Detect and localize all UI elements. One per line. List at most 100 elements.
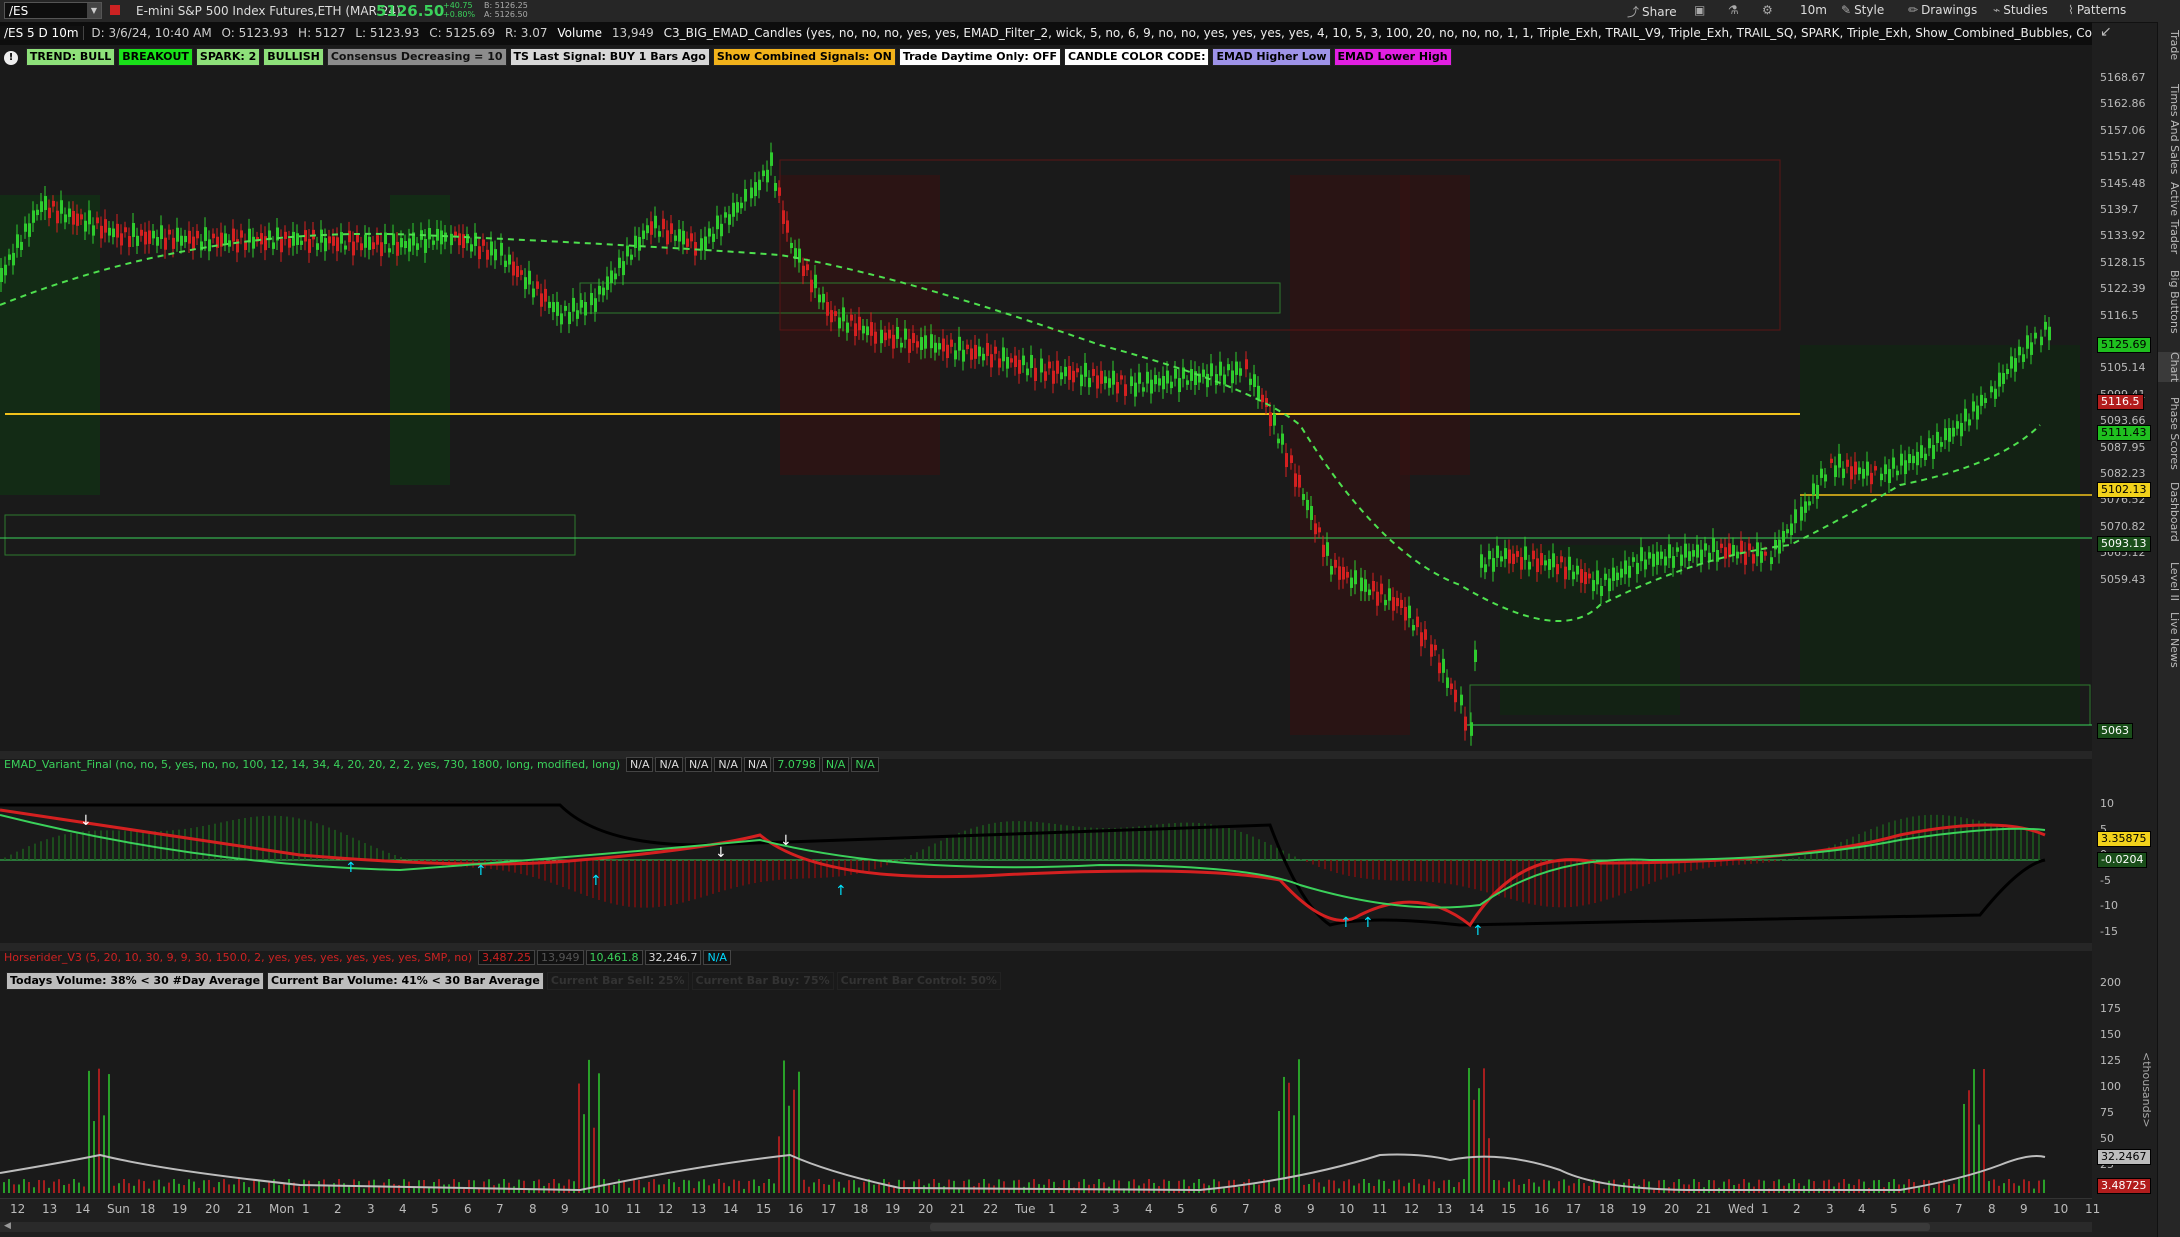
time-axis-label: 6 — [1923, 1202, 1931, 1216]
share-button[interactable]: ⤴ Share — [1627, 3, 1677, 20]
rail-tab[interactable]: Live News — [2158, 612, 2180, 668]
symbol-selector[interactable]: /ES ▼ — [4, 2, 102, 19]
bid-ask: B: 5126.25 A: 5126.50 — [484, 1, 528, 19]
svg-text:↑: ↑ — [1362, 915, 1374, 931]
rail-tab[interactable]: Dashboard — [2158, 482, 2180, 542]
time-axis-label: 20 — [1664, 1202, 1680, 1216]
rail-tab[interactable]: Phase Scores — [2158, 397, 2180, 470]
time-axis-label: 8 — [1274, 1202, 1282, 1216]
price-tag: 5116.5 — [2097, 394, 2144, 410]
time-axis-label: 10 — [594, 1202, 610, 1216]
time-axis[interactable]: 12 13 14 Sun 18 19 20 21 Mon 1 2 3 4 5 6 7 8 9 10 11 12 13 14 1… — [0, 1198, 2100, 1219]
change-value: +40.75 — [443, 1, 473, 10]
study-params: C3_BIG_EMAD_Candles (yes, no, no, no, ye… — [663, 26, 2092, 40]
settings-button[interactable]: ⚙ — [1762, 3, 1776, 17]
flask-icon: ⚗ — [1728, 3, 1739, 17]
change-pct: +0.80% — [443, 10, 476, 19]
time-axis-label: 3 — [1112, 1202, 1120, 1216]
emad-axis-label: 10 — [2100, 797, 2114, 810]
time-axis-label: 13 — [42, 1202, 58, 1216]
svg-text:↑: ↑ — [345, 860, 357, 876]
rail-tab[interactable]: Chart — [2158, 352, 2180, 383]
patterns-icon: ⌇ — [2068, 3, 2074, 17]
time-axis-label: 5 — [1177, 1202, 1185, 1216]
time-axis-label: 7 — [1242, 1202, 1250, 1216]
emad-tag: -0.0204 — [2097, 852, 2148, 868]
status-badge: Consensus Decreasing = 10 — [326, 48, 507, 66]
study-value: N/A — [703, 950, 731, 965]
time-axis-label: 2 — [1793, 1202, 1801, 1216]
time-axis-label: 16 — [1534, 1202, 1550, 1216]
volume-tag: 32.2467 — [2097, 1149, 2151, 1165]
study-value: 7.0798 — [773, 757, 820, 772]
time-axis-label: 8 — [1988, 1202, 1996, 1216]
price-axis-label: 5139.7 — [2100, 203, 2139, 216]
rail-tab[interactable]: Times And Sales — [2158, 84, 2180, 174]
emad-axis-label: -15 — [2100, 924, 2118, 938]
chart-info-row: /ES 5 D 10m D: 3/6/24, 10:40 AM O: 5123.… — [0, 22, 2092, 46]
style-button[interactable]: ✎ Style — [1841, 3, 1884, 17]
time-axis-label: 4 — [1145, 1202, 1153, 1216]
time-axis-label: 12 — [1404, 1202, 1420, 1216]
timeframe-button[interactable]: 10m — [1800, 3, 1827, 17]
volume-badge: Todays Volume: 38% < 30 #Day Average — [6, 972, 265, 990]
price-axis-label: 5162.86 — [2100, 97, 2146, 111]
volume-axis-label: 75 — [2100, 1106, 2114, 1119]
rail-tab[interactable]: Active Trader — [2158, 182, 2180, 254]
emad-study-title[interactable]: EMAD_Variant_Final (no, no, 5, yes, no, … — [4, 758, 620, 771]
link-color-icon[interactable] — [110, 5, 120, 15]
volume-label: Volume — [557, 26, 602, 40]
time-axis-label: 12 — [658, 1202, 674, 1216]
time-axis-label: 13 — [691, 1202, 707, 1216]
time-axis-label: 9 — [561, 1202, 569, 1216]
studies-button[interactable]: ⌁ Studies — [1993, 3, 2048, 17]
chart-canvas[interactable]: ↓ ↑ ↑ ↑ ↓ ↓ ↑ ↑ ↑ ↑ — [0, 45, 2092, 1198]
svg-text:↓: ↓ — [80, 813, 92, 829]
bar-high: H: 5127 — [298, 26, 346, 40]
volume-study-title[interactable]: Horserider_V3 (5, 20, 10, 30, 9, 9, 30, … — [4, 951, 472, 964]
price-axis-label: 5082.23 — [2100, 467, 2146, 480]
scroll-left-icon[interactable]: ◀ — [4, 1221, 11, 1231]
bar-range: R: 3.07 — [504, 26, 548, 40]
time-axis-label: 9 — [1307, 1202, 1315, 1216]
time-axis-label: 1 — [302, 1202, 310, 1216]
time-axis-label: 13 — [1437, 1202, 1453, 1216]
emad-axis-label: -10 — [2100, 899, 2118, 912]
time-axis-label: 3 — [1826, 1202, 1834, 1216]
time-axis-label: Tue — [1015, 1202, 1036, 1216]
price-tag: 5093.13 — [2097, 536, 2151, 552]
study-value: N/A — [626, 757, 654, 772]
price-tag: 5111.43 — [2097, 425, 2151, 441]
drawings-button[interactable]: ✏ Drawings — [1908, 3, 1977, 17]
chevron-down-icon[interactable]: ▼ — [87, 3, 101, 18]
time-axis-label: 18 — [1599, 1202, 1615, 1216]
bar-open: O: 5123.93 — [221, 26, 289, 40]
svg-text:↓: ↓ — [780, 833, 792, 849]
time-axis-label: 15 — [1501, 1202, 1517, 1216]
scrollbar-thumb[interactable] — [930, 1223, 1930, 1231]
rail-tab[interactable]: Level II — [2158, 562, 2180, 601]
instrument-name: E-mini S&P 500 Index Futures,ETH (MAR 24… — [136, 4, 401, 18]
rail-tab[interactable]: Big Buttons — [2158, 270, 2180, 334]
study-value: 3,487.25 — [478, 950, 536, 965]
study-value: N/A — [684, 757, 713, 772]
collapse-arrow-icon[interactable]: ↙ — [2100, 24, 2112, 40]
svg-text:↑: ↑ — [475, 863, 487, 879]
studies-icon: ⌁ — [1993, 3, 2001, 17]
status-badges: ! TREND: BULL BREAKOUT SPARK: 2 BULLISH Cons… — [4, 48, 1455, 66]
gear-icon: ⚙ — [1762, 3, 1773, 17]
volume-axis-label: 150 — [2100, 1028, 2121, 1041]
price-axis-label: 5070.82 — [2100, 519, 2146, 533]
patterns-button[interactable]: ⌇ Patterns — [2068, 3, 2126, 17]
time-axis-label: 8 — [529, 1202, 537, 1216]
last-price: 5126.50 — [376, 2, 445, 20]
price-axis-label: 5122.39 — [2100, 282, 2146, 296]
rail-tab[interactable]: Trade — [2158, 30, 2180, 60]
status-badge: EMAD Lower High — [1333, 48, 1452, 66]
info-icon[interactable]: ! — [4, 51, 18, 65]
flask-button[interactable]: ⚗ — [1728, 3, 1742, 17]
status-badge: CANDLE COLOR CODE: — [1064, 48, 1210, 66]
snapshot-button[interactable]: ▣ — [1694, 3, 1708, 17]
study-value: N/A — [655, 757, 683, 772]
volume-axis-label: 125 — [2100, 1054, 2121, 1067]
